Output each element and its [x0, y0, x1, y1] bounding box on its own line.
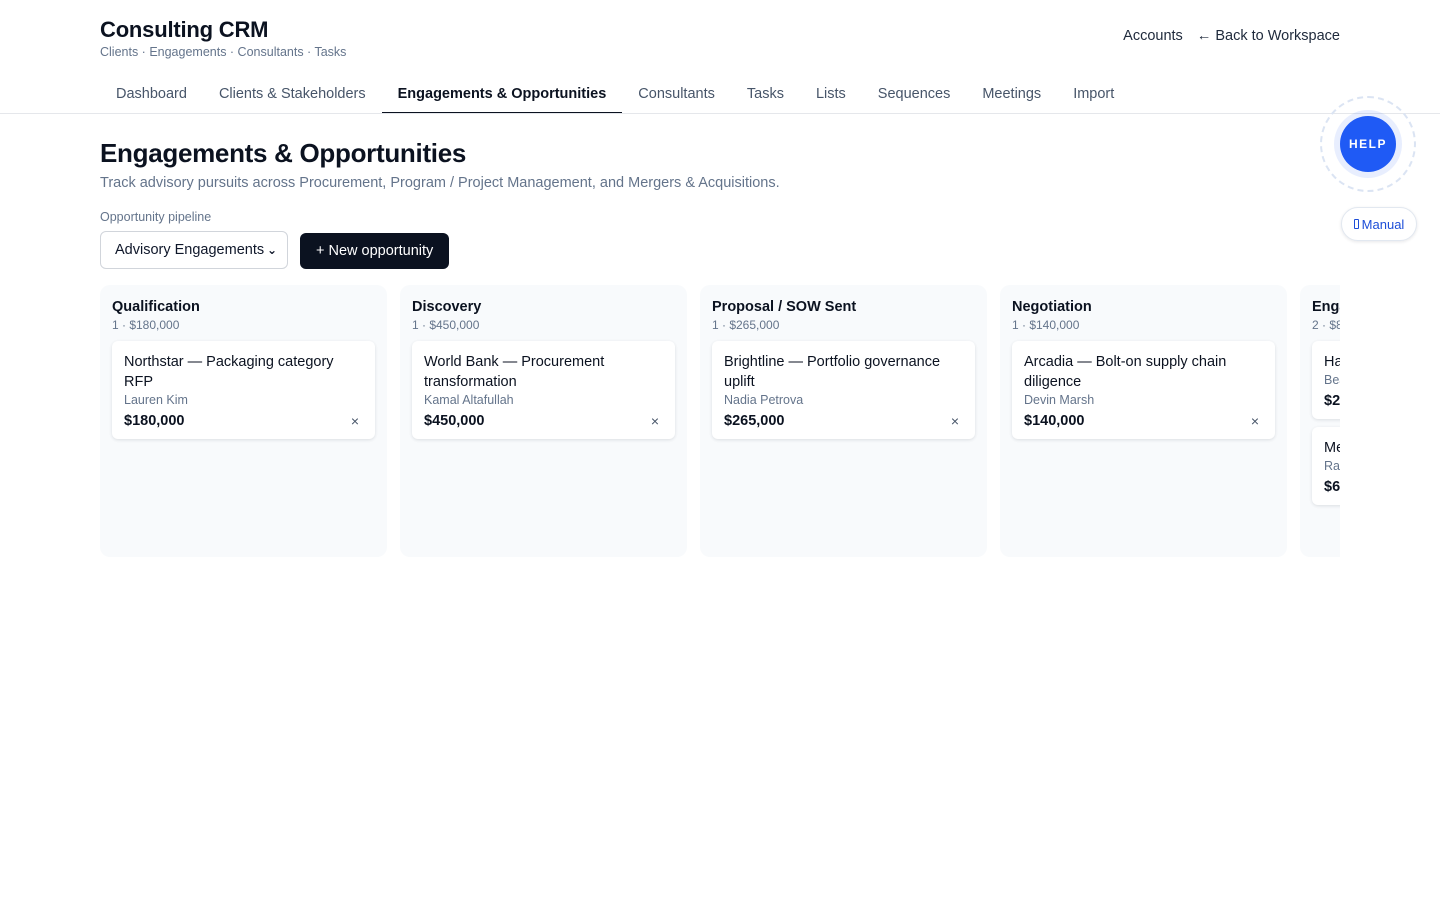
tab-dashboard[interactable]: Dashboard	[100, 78, 203, 114]
pipeline-select[interactable]: Advisory Engagements ⌄	[100, 231, 288, 269]
tab-tasks[interactable]: Tasks	[731, 78, 800, 114]
opportunity-title: Arcadia — Bolt-on supply chain diligence	[1024, 354, 1227, 390]
opportunity-value: $2	[1324, 393, 1340, 409]
column-summary: 1 · $265,000	[712, 318, 780, 332]
close-icon[interactable]: ×	[947, 413, 963, 429]
tab-sequences[interactable]: Sequences	[862, 78, 967, 114]
opportunity-value: $180,000	[124, 413, 185, 429]
column-summary: 1 · $450,000	[412, 318, 480, 332]
column-title: Negotiation	[1012, 299, 1092, 315]
app-header: Consulting CRM Clients · Engagements · C…	[100, 16, 1340, 64]
opportunity-card[interactable]: Northstar — Packaging category RFP Lauren…	[112, 341, 375, 439]
tab-clients-stakeholders[interactable]: Clients & Stakeholders	[203, 78, 382, 114]
opportunity-owner: Devin Marsh	[1024, 393, 1095, 407]
opportunity-value: $450,000	[424, 413, 485, 429]
book-icon	[1353, 219, 1359, 229]
pipeline-column: Qualification 1 · $180,000 Northstar — Pac…	[100, 285, 387, 557]
column-title: Qualification	[112, 299, 200, 315]
chevron-down-icon: ⌄	[266, 243, 277, 257]
column-cards: Ha rea Bea $2× Me Ra $6×	[1312, 341, 1340, 505]
column-summary: 1 · $180,000	[112, 318, 180, 332]
pipeline-label: Opportunity pipeline	[100, 210, 212, 224]
column-title: Enga	[1312, 299, 1340, 315]
main-nav-tabs: Dashboard Clients & Stakeholders Engagemen…	[100, 78, 1130, 114]
tab-consultants[interactable]: Consultants	[622, 78, 731, 114]
opportunity-title: Northstar — Packaging category RFP	[124, 354, 334, 390]
opportunity-title: Ha rea	[1324, 354, 1340, 370]
opportunity-title: World Bank — Procurement transformation	[424, 354, 605, 390]
opportunity-card[interactable]: Ha rea Bea $2×	[1312, 341, 1340, 419]
opportunity-owner: Ra	[1324, 459, 1340, 473]
pipeline-column: Enga 2 · $8 Ha rea Bea $2× Me Ra $6×	[1300, 285, 1340, 557]
pipeline-column: Proposal / SOW Sent 1 · $265,000 Brightlin…	[700, 285, 987, 557]
opportunity-value: $6	[1324, 479, 1340, 495]
opportunity-owner: Lauren Kim	[124, 393, 188, 407]
opportunity-owner: Kamal Altafullah	[424, 393, 514, 407]
opportunity-value: $265,000	[724, 413, 785, 429]
column-cards: World Bank — Procurement transformation K…	[412, 341, 675, 439]
accounts-link[interactable]: Accounts	[1123, 28, 1183, 44]
card-footer: $180,000 ×	[124, 413, 363, 429]
card-footer: $6×	[1324, 479, 1340, 495]
close-icon[interactable]: ×	[347, 413, 363, 429]
column-cards: Arcadia — Bolt-on supply chain diligence…	[1012, 341, 1275, 439]
card-footer: $450,000 ×	[424, 413, 663, 429]
new-opportunity-button[interactable]: + New opportunity	[300, 233, 450, 269]
manual-button[interactable]: Manual	[1341, 207, 1417, 241]
help-widget: HELP	[1320, 96, 1416, 192]
card-footer: $265,000 ×	[724, 413, 963, 429]
opportunity-card[interactable]: Brightline — Portfolio governance uplift…	[712, 341, 975, 439]
help-button[interactable]: HELP	[1340, 116, 1396, 172]
pipeline-column: Negotiation 1 · $140,000 Arcadia — Bolt-on…	[1000, 285, 1287, 557]
tab-engagements-opportunities[interactable]: Engagements & Opportunities	[381, 78, 623, 114]
column-summary: 1 · $140,000	[1012, 318, 1080, 332]
tab-lists[interactable]: Lists	[800, 78, 862, 114]
pipeline-selected-value: Advisory Engagements	[115, 242, 265, 258]
column-summary: 2 · $8	[1312, 318, 1340, 332]
tab-import[interactable]: Import	[1057, 78, 1130, 114]
opportunity-card[interactable]: Me Ra $6×	[1312, 427, 1340, 505]
opportunity-title: Brightline — Portfolio governance uplift	[724, 354, 941, 390]
opportunity-title: Me	[1324, 440, 1340, 456]
column-cards: Northstar — Packaging category RFP Lauren…	[112, 341, 375, 439]
manual-label: Manual	[1361, 216, 1405, 232]
pipeline-column: Discovery 1 · $450,000 World Bank — Procur…	[400, 285, 687, 557]
opportunity-card[interactable]: Arcadia — Bolt-on supply chain diligence…	[1012, 341, 1275, 439]
back-to-workspace-link[interactable]: ← Back to Workspace	[1197, 28, 1340, 44]
kanban-board: Qualification 1 · $180,000 Northstar — Pac…	[100, 285, 1340, 557]
column-title: Proposal / SOW Sent	[712, 299, 857, 315]
opportunity-owner: Bea	[1324, 373, 1340, 387]
page-title: Engagements & Opportunities	[100, 138, 467, 168]
card-footer: $140,000 ×	[1024, 413, 1263, 429]
card-footer: $2×	[1324, 393, 1340, 409]
close-icon[interactable]: ×	[647, 413, 663, 429]
app-subtitle: Clients · Engagements · Consultants · Ta…	[100, 45, 347, 59]
opportunity-owner: Nadia Petrova	[724, 393, 804, 407]
page-description: Track advisory pursuits across Procureme…	[100, 175, 780, 191]
tabs-divider	[0, 113, 1440, 114]
header-links: Accounts ← Back to Workspace	[1123, 28, 1340, 44]
opportunity-card[interactable]: World Bank — Procurement transformation K…	[412, 341, 675, 439]
column-title: Discovery	[412, 299, 482, 315]
column-cards: Brightline — Portfolio governance uplift…	[712, 341, 975, 439]
tab-meetings[interactable]: Meetings	[966, 78, 1057, 114]
opportunity-value: $140,000	[1024, 413, 1085, 429]
kanban-columns: Qualification 1 · $180,000 Northstar — Pac…	[100, 285, 1340, 557]
close-icon[interactable]: ×	[1247, 413, 1263, 429]
